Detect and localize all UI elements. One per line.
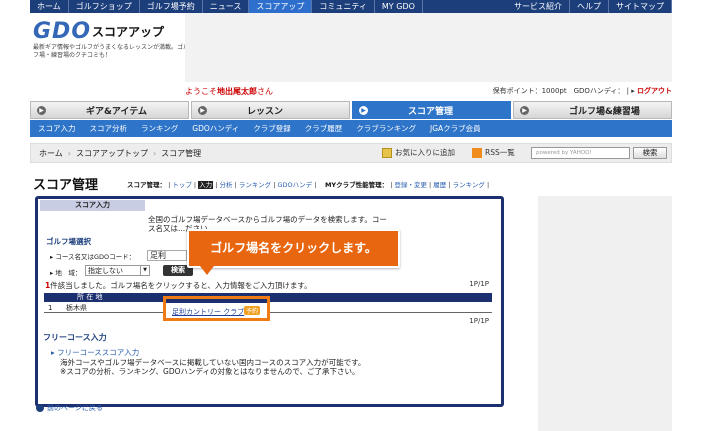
tab-gear[interactable]: ▶ ギア&アイテム bbox=[30, 101, 189, 119]
tab-lesson[interactable]: ▶ レッスン bbox=[191, 101, 350, 119]
arrow-icon: ▶ bbox=[520, 105, 529, 115]
right-sidebar bbox=[538, 196, 672, 431]
topnav-service[interactable]: サービス紹介 bbox=[507, 0, 570, 13]
free-course-link[interactable]: ▸ フリーコーススコア入力 bbox=[51, 347, 139, 358]
score-nav: スコア管理： | トップ | 入力 | 分析 | ランキング | GDOハンデ … bbox=[127, 181, 490, 189]
arrow-icon: ▶ bbox=[37, 105, 46, 115]
callout-pointer bbox=[200, 266, 214, 275]
scorenav-ranking[interactable]: ランキング bbox=[239, 181, 271, 189]
myclub-history[interactable]: 履歴 bbox=[433, 181, 446, 189]
panel-title: スコア入力 bbox=[40, 200, 145, 211]
account-info: 保有ポイント：1000pt GDOハンディ： | ▸ ログアウト bbox=[492, 87, 672, 95]
topnav-reservation[interactable]: ゴルフ場予約 bbox=[140, 0, 203, 13]
subnav-handicap[interactable]: GDOハンディ bbox=[192, 123, 239, 134]
free-course-heading: フリーコース入力 bbox=[43, 333, 107, 342]
course-input[interactable]: 足利 bbox=[147, 250, 187, 261]
topnav-help[interactable]: ヘルプ bbox=[570, 0, 609, 13]
myclub-ranking[interactable]: ランキング bbox=[453, 181, 485, 189]
course-label: ▸ コース名又はGDOコード： bbox=[50, 253, 136, 261]
arrow-icon: ▶ bbox=[359, 105, 368, 115]
subnav-score-input[interactable]: スコア入力 bbox=[38, 123, 76, 134]
region-label: ▸ 地 域： bbox=[50, 269, 82, 277]
course-name-link[interactable]: 足利カントリー クラブ bbox=[172, 307, 244, 317]
breadcrumb-current: スコア管理 bbox=[161, 148, 202, 158]
row-prefecture: 栃木県 bbox=[66, 304, 87, 312]
scorenav-input[interactable]: 入力 bbox=[198, 181, 214, 189]
subnav-club-history[interactable]: クラブ履歴 bbox=[305, 123, 343, 134]
arrow-icon: ▶ bbox=[198, 105, 207, 115]
logo-subtitle: スコアアップ bbox=[92, 25, 165, 39]
search-button[interactable]: 検索 bbox=[633, 147, 667, 159]
main-tabs: ▶ ギア&アイテム ▶ レッスン ▶ スコア管理 ▶ ゴルフ場&練習場 bbox=[30, 101, 672, 119]
breadcrumb-parent[interactable]: スコアアップトップ bbox=[76, 148, 148, 159]
rss-link[interactable]: RSS一覧 bbox=[472, 147, 515, 158]
subnav-ranking[interactable]: ランキング bbox=[141, 123, 178, 134]
result-count: 1件該当しました。ゴルフ場名をクリックすると、入力情報をご入力頂けます。 bbox=[45, 281, 312, 290]
chevron-down-icon: ▼ bbox=[140, 266, 149, 275]
subnav-score-analysis[interactable]: スコア分析 bbox=[90, 123, 128, 134]
page-indicator-bottom: 1P/1P bbox=[469, 317, 489, 325]
top-nav: ホーム ゴルフショップ ゴルフ場予約 ニュース スコアアップ コミュニティ MY… bbox=[30, 0, 672, 13]
breadcrumb-home[interactable]: ホーム bbox=[39, 148, 63, 159]
page-title: スコア管理 bbox=[33, 178, 99, 193]
region-select[interactable]: 指定しない ▼ bbox=[85, 265, 150, 276]
tab-golf-course[interactable]: ▶ ゴルフ場&練習場 bbox=[513, 101, 672, 119]
scorenav-analysis[interactable]: 分析 bbox=[219, 181, 232, 189]
subnav-jga[interactable]: JGAクラブ会員 bbox=[430, 123, 481, 134]
topnav-scoreup[interactable]: スコアアップ bbox=[249, 0, 313, 13]
subnav-club-ranking[interactable]: クラブランキング bbox=[356, 123, 416, 134]
subnav-club-register[interactable]: クラブ登録 bbox=[253, 123, 291, 134]
topnav-community[interactable]: コミュニティ bbox=[312, 0, 375, 13]
topnav-news[interactable]: ニュース bbox=[203, 0, 250, 13]
course-select-heading: ゴルフ場選択 bbox=[46, 237, 91, 246]
topnav-sitemap[interactable]: サイトマップ bbox=[609, 0, 672, 13]
tab-score[interactable]: ▶ スコア管理 bbox=[352, 101, 511, 119]
topnav-golfshop[interactable]: ゴルフショップ bbox=[69, 0, 140, 13]
ad-banner bbox=[185, 13, 672, 82]
row-number: 1 bbox=[48, 304, 53, 312]
logout-link[interactable]: ログアウト bbox=[637, 87, 672, 95]
topnav-mygdo[interactable]: MY GDO bbox=[375, 0, 423, 13]
gdo-logo[interactable]: GDO bbox=[33, 19, 91, 44]
topnav-home[interactable]: ホーム bbox=[30, 0, 69, 13]
sub-nav: スコア入力 スコア分析 ランキング GDOハンディ クラブ登録 クラブ履歴 クラ… bbox=[30, 120, 672, 137]
reserve-badge[interactable]: 予約 bbox=[244, 306, 261, 315]
scorenav-top[interactable]: トップ bbox=[172, 181, 192, 189]
page-indicator-top: 1P/1P bbox=[469, 280, 489, 288]
points-text: 保有ポイント：1000pt bbox=[492, 87, 567, 95]
highlight-header bbox=[166, 299, 267, 303]
handicap-text: GDOハンディ： bbox=[573, 87, 625, 95]
course-result-highlight: 足利カントリー クラブ 予約 bbox=[163, 296, 270, 321]
back-link[interactable]: 前のページに戻る bbox=[36, 403, 103, 413]
tagline: 最新ギア情報やゴルフがうまくなるレッスンが満載。ゴルフ場・練習場のクチコミも！ bbox=[33, 44, 190, 59]
favorite-link[interactable]: お気に入りに追加 bbox=[382, 147, 455, 158]
rss-icon bbox=[472, 147, 482, 158]
instruction-callout: ゴルフ場名をクリックします。 bbox=[187, 229, 400, 268]
user-name: 地出尾太郎 bbox=[217, 87, 257, 96]
back-arrow-icon bbox=[36, 404, 44, 412]
star-icon bbox=[382, 147, 392, 158]
search-input[interactable]: powered by YAHOO! bbox=[531, 147, 630, 159]
free-course-note: 海外コースやゴルフ場データベースに掲載していない国内コースのスコア入力が可能です… bbox=[60, 358, 366, 376]
myclub-register[interactable]: 登録・変更 bbox=[394, 181, 427, 189]
scorenav-handicap[interactable]: GDOハンデ bbox=[277, 181, 312, 189]
welcome-message: ようこそ地出尾太郎さん bbox=[185, 87, 273, 96]
